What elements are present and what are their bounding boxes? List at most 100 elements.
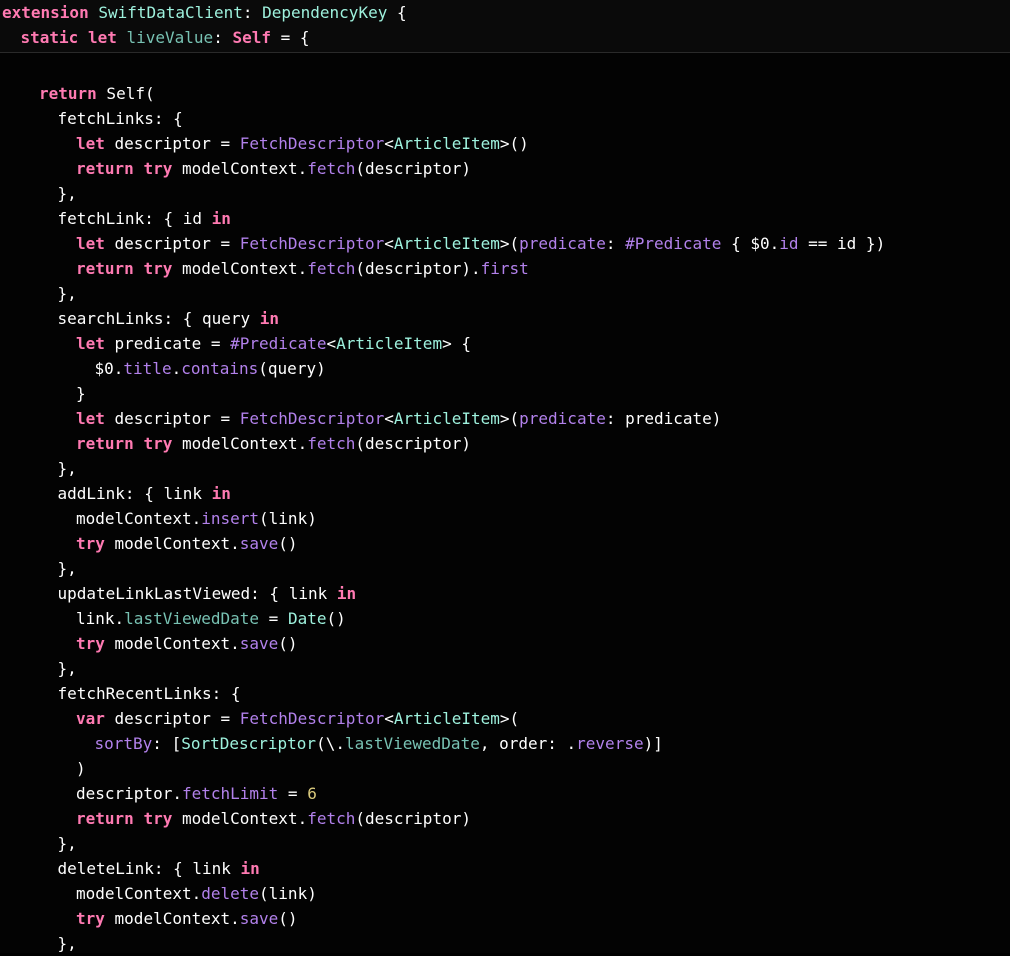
- code-line[interactable]: var descriptor = FetchDescriptor<Article…: [76, 706, 519, 731]
- code-line[interactable]: addLink: { link in: [58, 481, 231, 506]
- code-token: FetchDescriptor: [239, 409, 385, 428]
- code-token: try: [143, 259, 173, 278]
- code-token: in: [336, 584, 357, 603]
- code-token: let: [76, 334, 105, 353]
- code-line[interactable]: },: [58, 181, 77, 206]
- code-line[interactable]: extension SwiftDataClient: DependencyKey…: [2, 0, 407, 25]
- code-token: <: [384, 409, 394, 428]
- code-line[interactable]: sortBy: [SortDescriptor(\.lastViewedDate…: [95, 731, 663, 756]
- code-token: extension: [2, 3, 89, 22]
- code-token: ): [76, 759, 86, 778]
- code-token: Date: [287, 609, 327, 628]
- code-line[interactable]: return try modelContext.fetch(descriptor…: [76, 256, 529, 281]
- code-line[interactable]: },: [58, 456, 77, 481]
- code-line[interactable]: updateLinkLastViewed: { link in: [58, 581, 357, 606]
- code-token: SortDescriptor: [181, 734, 317, 753]
- code-token: #Predicate: [625, 234, 722, 253]
- code-token: }: [76, 384, 86, 403]
- code-line[interactable]: deleteLink: { link in: [58, 856, 260, 881]
- code-token: in: [211, 484, 231, 503]
- code-line[interactable]: descriptor.fetchLimit = 6: [76, 781, 317, 806]
- code-token: fetch: [307, 434, 356, 453]
- code-line[interactable]: },: [58, 656, 77, 681]
- code-line[interactable]: try modelContext.save(): [76, 631, 298, 656]
- code-token: try: [76, 634, 105, 653]
- code-token: (): [278, 534, 298, 553]
- code-line[interactable]: let descriptor = FetchDescriptor<Article…: [76, 406, 721, 431]
- code-line[interactable]: fetchLinks: {: [58, 106, 183, 131]
- code-token: return: [76, 809, 134, 828]
- code-token: modelContext.: [172, 159, 308, 178]
- code-token: Self(: [96, 84, 155, 103]
- code-token: lastViewedDate: [124, 609, 260, 628]
- code-line[interactable]: fetchRecentLinks: {: [58, 681, 241, 706]
- code-token: delete: [201, 884, 260, 903]
- code-line[interactable]: let descriptor = FetchDescriptor<Article…: [76, 231, 885, 256]
- code-line[interactable]: },: [58, 281, 77, 306]
- code-line[interactable]: modelContext.delete(link): [76, 881, 317, 906]
- code-token: (): [326, 609, 346, 628]
- code-token: (link): [259, 884, 317, 903]
- code-line[interactable]: return Self(: [39, 81, 155, 106]
- code-token: FetchDescriptor: [239, 234, 385, 253]
- code-token: save: [239, 909, 279, 928]
- code-token: SwiftDataClient: [98, 3, 243, 22]
- code-token: let: [76, 234, 105, 253]
- code-line[interactable]: },: [58, 556, 77, 581]
- code-token: fetchLink: { id: [57, 209, 212, 228]
- code-line[interactable]: static let liveValue: Self = {: [21, 25, 310, 50]
- code-token: descriptor =: [104, 134, 240, 153]
- code-line[interactable]: $0.title.contains(query): [95, 356, 326, 381]
- code-line[interactable]: }: [76, 381, 86, 406]
- code-token: deleteLink: { link: [57, 859, 241, 878]
- code-token: fetchRecentLinks: {: [57, 684, 241, 703]
- code-line[interactable]: try modelContext.save(): [76, 531, 298, 556]
- code-token: :: [605, 234, 626, 253]
- code-token: return: [76, 159, 134, 178]
- code-token: descriptor.: [76, 784, 182, 803]
- code-token: 6: [307, 784, 317, 803]
- code-token: ArticleItem: [393, 709, 500, 728]
- code-token: modelContext.: [172, 259, 308, 278]
- code-line[interactable]: return try modelContext.fetch(descriptor…: [76, 431, 471, 456]
- code-token: save: [239, 534, 279, 553]
- code-token: (link): [259, 509, 317, 528]
- code-token: },: [57, 659, 77, 678]
- code-line[interactable]: return try modelContext.fetch(descriptor…: [76, 806, 471, 831]
- code-token: return: [76, 259, 134, 278]
- code-token: (descriptor): [355, 434, 471, 453]
- code-token: searchLinks: { query: [57, 309, 260, 328]
- code-token: return: [76, 434, 134, 453]
- code-token: in: [259, 309, 280, 328]
- code-line[interactable]: let predicate = #Predicate<ArticleItem> …: [76, 331, 471, 356]
- code-line[interactable]: ): [76, 756, 86, 781]
- code-line[interactable]: searchLinks: { query in: [58, 306, 280, 331]
- code-token: let: [87, 28, 117, 47]
- code-token: >(: [499, 409, 520, 428]
- code-line[interactable]: link.lastViewedDate = Date(): [76, 606, 346, 631]
- code-token: { $0.: [721, 234, 780, 253]
- code-line[interactable]: modelContext.insert(link): [76, 506, 317, 531]
- code-token: updateLinkLastViewed: { link: [57, 584, 337, 603]
- code-line[interactable]: },: [58, 931, 77, 956]
- code-line[interactable]: },: [58, 831, 77, 856]
- code-token: (query): [258, 359, 326, 378]
- code-token: >(: [499, 234, 520, 253]
- code-token: },: [57, 934, 77, 953]
- code-line[interactable]: return try modelContext.fetch(descriptor…: [76, 156, 471, 181]
- code-token: try: [143, 809, 173, 828]
- code-token: , order: .: [479, 734, 577, 753]
- code-token: =: [259, 609, 288, 628]
- code-line[interactable]: try modelContext.save(): [76, 906, 298, 931]
- code-line[interactable]: let descriptor = FetchDescriptor<Article…: [76, 131, 529, 156]
- code-token: == id }): [798, 234, 886, 253]
- code-token: DependencyKey: [262, 3, 388, 22]
- code-token: $0.: [94, 359, 124, 378]
- code-token: (\.: [316, 734, 345, 753]
- code-token: },: [57, 459, 77, 478]
- code-line[interactable]: fetchLink: { id in: [58, 206, 231, 231]
- code-editor[interactable]: extension SwiftDataClient: DependencyKey…: [0, 0, 1010, 953]
- code-token: modelContext.: [172, 434, 308, 453]
- code-token: fetchLinks: {: [57, 109, 183, 128]
